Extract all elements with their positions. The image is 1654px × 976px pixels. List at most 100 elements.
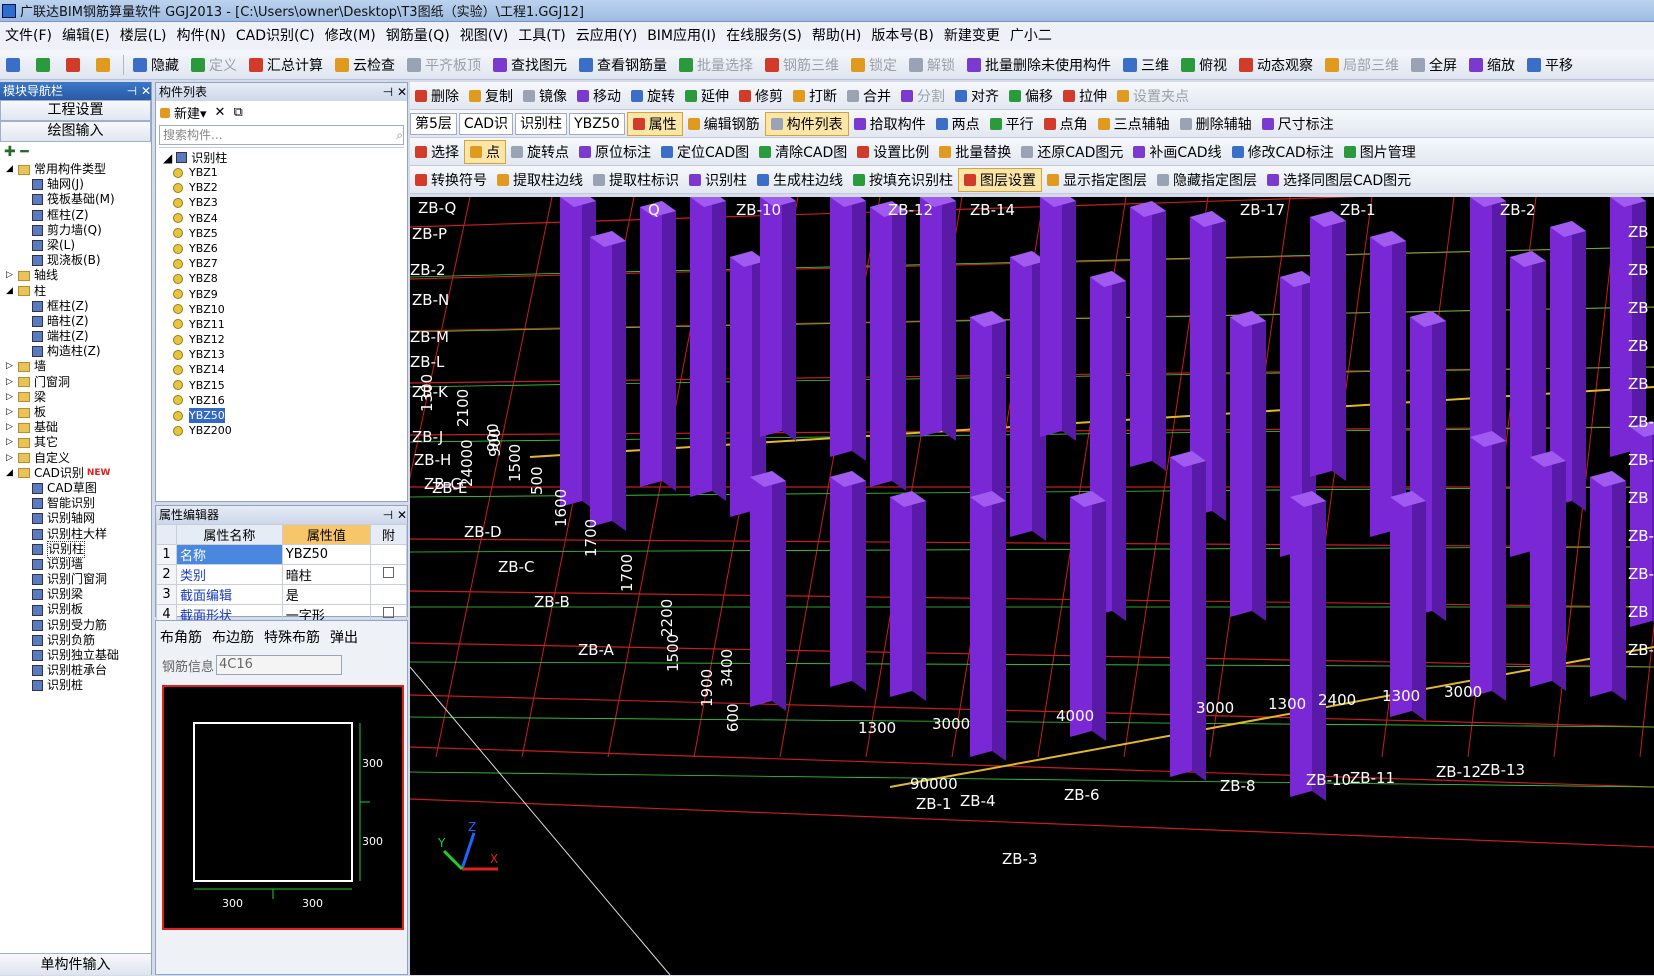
- component-item[interactable]: YBZ50: [173, 408, 404, 424]
- column-3d[interactable]: [590, 231, 626, 531]
- toolbar-button[interactable]: 批量替换: [934, 140, 1016, 164]
- toolbar-button[interactable]: 查找图元: [487, 53, 573, 77]
- nav-tree-item[interactable]: 识别柱大样: [2, 527, 151, 542]
- toolbar-button[interactable]: 镜像: [518, 84, 572, 108]
- attach-checkbox[interactable]: [370, 544, 407, 565]
- column-3d[interactable]: [690, 197, 726, 501]
- nav-tree-item[interactable]: 暗柱(Z): [2, 314, 151, 329]
- toolbar-button[interactable]: 全屏: [1405, 53, 1463, 77]
- delete-icon[interactable]: ✕: [215, 105, 226, 120]
- attach-checkbox[interactable]: [370, 584, 407, 605]
- menu-item[interactable]: 修改(M): [320, 25, 381, 47]
- floor-select[interactable]: 第5层: [410, 112, 457, 135]
- property-row[interactable]: 1 名称 YBZ50: [156, 544, 407, 565]
- toolbar-button[interactable]: 删除辅轴: [1175, 112, 1257, 136]
- cad-select[interactable]: CAD识: [458, 112, 514, 135]
- rebar-info-input[interactable]: 4C16: [216, 655, 343, 675]
- column-3d[interactable]: [1470, 431, 1506, 701]
- toolbar-button[interactable]: 原位标注: [574, 140, 656, 164]
- nav-tree-item[interactable]: ▷ 轴线: [2, 268, 151, 283]
- menu-item[interactable]: 帮助(H): [807, 25, 866, 47]
- toolbar-button[interactable]: 按填充识别柱: [848, 168, 958, 192]
- nav-tree-item[interactable]: ▷ 墙: [2, 359, 151, 374]
- nav-tree-item[interactable]: ▷ 自定义: [2, 451, 151, 466]
- menu-item[interactable]: 构件(N): [172, 25, 231, 47]
- tab-special-rebar[interactable]: 特殊布筋: [264, 627, 320, 647]
- toolbar-button[interactable]: 打断: [788, 84, 842, 108]
- column-3d[interactable]: [1590, 471, 1626, 701]
- menu-item[interactable]: 工具(T): [513, 25, 570, 47]
- toolbar-button[interactable]: 锁定: [845, 53, 903, 77]
- undo-icon[interactable]: [90, 53, 120, 77]
- property-value[interactable]: 是: [281, 584, 372, 605]
- component-item[interactable]: YBZ13: [173, 347, 404, 362]
- nav-tree-item[interactable]: 识别受力筋: [2, 618, 151, 633]
- toolbar-button[interactable]: 显示指定图层: [1042, 168, 1152, 192]
- column-3d[interactable]: [1070, 491, 1106, 741]
- new-component-button[interactable]: 新建▾: [160, 103, 207, 122]
- component-item[interactable]: YBZ1: [173, 165, 404, 180]
- column-3d[interactable]: [1230, 311, 1266, 621]
- toolbar-button[interactable]: 尺寸标注: [1257, 112, 1339, 136]
- toolbar-button[interactable]: 复制: [464, 84, 518, 108]
- component-item[interactable]: YBZ3: [173, 195, 404, 210]
- nav-tree-item[interactable]: 识别梁: [2, 587, 151, 602]
- nav-tree-item[interactable]: 构造柱(Z): [2, 344, 151, 359]
- toolbar-button[interactable]: 云检查: [329, 53, 401, 77]
- toolbar-button[interactable]: 隐藏指定图层: [1152, 168, 1262, 192]
- column-3d[interactable]: [970, 491, 1006, 761]
- toolbar-button[interactable]: 解锁: [903, 53, 961, 77]
- menu-item[interactable]: BIM应用(I): [642, 25, 721, 47]
- menu-item[interactable]: 楼层(L): [115, 25, 172, 47]
- tab-edge-rebar[interactable]: 布边筋: [212, 627, 254, 647]
- toolbar-button[interactable]: 局部三维: [1319, 53, 1405, 77]
- nav-tree-item[interactable]: 识别柱: [2, 540, 151, 558]
- nav-tree-item[interactable]: 轴网(J): [2, 177, 151, 192]
- menu-item[interactable]: 新建变更: [939, 25, 1005, 47]
- component-item[interactable]: YBZ11: [173, 317, 404, 332]
- nav-tree-item[interactable]: 筏板基础(M): [2, 192, 151, 207]
- nav-tree-item[interactable]: ▷ 其它: [2, 435, 151, 450]
- toolbar-button[interactable]: 提取柱标识: [588, 168, 684, 192]
- toolbar-button[interactable]: 三点辅轴: [1093, 112, 1175, 136]
- toolbar-button[interactable]: 平齐板顶: [401, 53, 487, 77]
- nav-tree-item[interactable]: ▷ 梁: [2, 390, 151, 405]
- toolbar-button[interactable]: 旋转: [626, 84, 680, 108]
- toolbar-button[interactable]: 查看钢筋量: [573, 53, 673, 77]
- toolbar-button[interactable]: 生成柱边线: [752, 168, 848, 192]
- toolbar-button[interactable]: 点: [464, 139, 506, 164]
- menu-item[interactable]: 在线服务(S): [721, 25, 807, 47]
- drawing-input-button[interactable]: 绘图输入: [0, 121, 151, 142]
- tab-corner-rebar[interactable]: 布角筋: [160, 627, 202, 647]
- column-3d[interactable]: [750, 471, 786, 711]
- component-item[interactable]: YBZ14: [173, 362, 404, 377]
- type-select[interactable]: 识别柱: [515, 112, 568, 135]
- component-item[interactable]: YBZ9: [173, 287, 404, 302]
- column-3d[interactable]: [920, 197, 956, 441]
- pin-close-icon[interactable]: ⊣ ✕: [127, 82, 151, 100]
- toolbar-button[interactable]: 修剪: [734, 84, 788, 108]
- menu-item[interactable]: 视图(V): [455, 25, 514, 47]
- component-search-input[interactable]: 搜索构件... ⌕: [159, 125, 404, 145]
- toolbar-button[interactable]: 属性: [626, 111, 683, 136]
- column-3d[interactable]: [760, 197, 796, 441]
- toolbar-button[interactable]: 还原CAD图元: [1016, 140, 1128, 164]
- column-3d[interactable]: [870, 201, 906, 491]
- component-item[interactable]: YBZ7: [173, 256, 404, 271]
- toolbar-button[interactable]: 钢筋三维: [759, 53, 845, 77]
- nav-tree-item[interactable]: 梁(L): [2, 238, 151, 253]
- menu-item[interactable]: 钢筋量(Q): [381, 25, 455, 47]
- project-settings-button[interactable]: 工程设置: [0, 100, 151, 121]
- toolbar-button[interactable]: 对齐: [950, 84, 1004, 108]
- toolbar-button[interactable]: 延伸: [680, 84, 734, 108]
- menu-item[interactable]: 编辑(E): [57, 25, 115, 47]
- toolbar-button[interactable]: 平移: [1521, 53, 1579, 77]
- menu-item[interactable]: 文件(F): [0, 25, 57, 47]
- toolbar-button[interactable]: 隐藏: [127, 53, 185, 77]
- nav-tree-item[interactable]: 识别板: [2, 602, 151, 617]
- section-preview-canvas[interactable]: 300 300 300 300: [162, 685, 404, 930]
- component-item[interactable]: YBZ6: [173, 241, 404, 256]
- toolbar-button[interactable]: 三维: [1117, 53, 1175, 77]
- toolbar-button[interactable]: 点角: [1039, 112, 1093, 136]
- toolbar-button[interactable]: 识别柱: [684, 168, 752, 192]
